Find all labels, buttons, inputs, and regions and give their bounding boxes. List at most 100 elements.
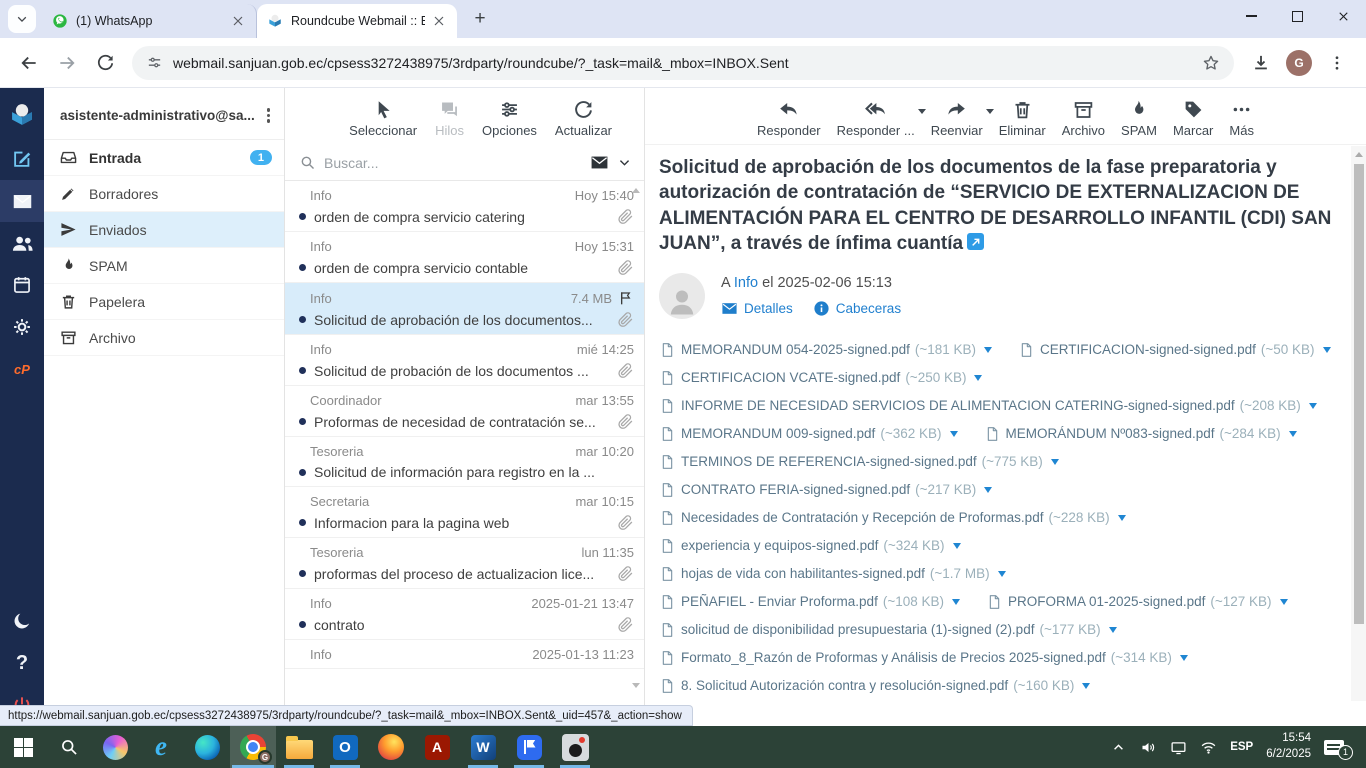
taskbar-acrobat[interactable]: A bbox=[414, 726, 460, 768]
message-scrollbar[interactable] bbox=[1351, 146, 1366, 701]
attachment-menu-caret-icon[interactable] bbox=[997, 570, 1006, 577]
scroll-up-icon[interactable] bbox=[1355, 152, 1363, 157]
headers-toggle[interactable]: Cabeceras bbox=[813, 300, 901, 317]
downloads-button[interactable] bbox=[1246, 48, 1276, 78]
details-toggle[interactable]: Detalles bbox=[721, 300, 793, 317]
mail-button-spam[interactable]: SPAM bbox=[1115, 97, 1163, 140]
compose-button[interactable] bbox=[0, 138, 44, 180]
folder-item-borradores[interactable]: Borradores bbox=[44, 176, 284, 212]
attachment-menu-caret-icon[interactable] bbox=[1050, 458, 1059, 465]
message-row[interactable]: Tesoreria mar 10:20 Solicitud de informaci… bbox=[285, 437, 644, 487]
taskbar-chrome[interactable]: G bbox=[230, 726, 276, 768]
taskbar-internet-explorer[interactable]: e bbox=[138, 726, 184, 768]
taskbar-edge[interactable] bbox=[184, 726, 230, 768]
tab-roundcube[interactable]: Roundcube Webmail :: Enviados bbox=[257, 4, 457, 38]
contacts-nav-icon[interactable] bbox=[0, 222, 44, 264]
help-icon[interactable]: ? bbox=[0, 642, 44, 684]
attachment-menu-caret-icon[interactable] bbox=[974, 374, 983, 381]
attachment-link[interactable]: Formato_8_Razón de Proformas y Análisis … bbox=[659, 650, 1188, 666]
volume-icon[interactable] bbox=[1140, 739, 1157, 756]
taskbar-firefox[interactable] bbox=[368, 726, 414, 768]
settings-nav-icon[interactable] bbox=[0, 306, 44, 348]
tray-expand-icon[interactable] bbox=[1110, 739, 1127, 756]
browser-menu-icon[interactable] bbox=[1322, 48, 1352, 78]
language-indicator[interactable]: ESP bbox=[1230, 741, 1253, 753]
taskbar-start-button[interactable] bbox=[0, 726, 46, 768]
attachment-menu-caret-icon[interactable] bbox=[1279, 598, 1288, 605]
list-button-opciones[interactable]: Opciones bbox=[476, 97, 543, 140]
mail-button-eliminar[interactable]: Eliminar bbox=[993, 97, 1052, 140]
folder-item-spam[interactable]: SPAM bbox=[44, 248, 284, 284]
folder-item-papelera[interactable]: Papelera bbox=[44, 284, 284, 320]
message-row[interactable]: Secretaria mar 10:15 Informacion para la p… bbox=[285, 487, 644, 538]
attachment-link[interactable]: INFORME DE NECESIDAD SERVICIOS DE ALIMEN… bbox=[659, 398, 1317, 414]
message-row[interactable]: Info 2025-01-13 11:23 bbox=[285, 640, 644, 669]
minimize-button[interactable] bbox=[1228, 0, 1274, 32]
folder-item-entrada[interactable]: Entrada 1 bbox=[44, 140, 284, 176]
attachment-link[interactable]: 8. Solicitud Autorización contra y resol… bbox=[659, 678, 1091, 694]
attachment-link[interactable]: solicitud de disponibilidad presupuestar… bbox=[659, 622, 1117, 638]
mail-button-responder[interactable]: Responder bbox=[751, 97, 827, 140]
folder-item-archivo[interactable]: Archivo bbox=[44, 320, 284, 356]
taskbar-outlook[interactable]: O bbox=[322, 726, 368, 768]
taskbar-clock[interactable]: 15:54 6/2/2025 bbox=[1266, 731, 1311, 762]
calendar-nav-icon[interactable] bbox=[0, 264, 44, 306]
search-scope-mail-icon[interactable] bbox=[590, 153, 609, 172]
mail-nav-icon[interactable] bbox=[0, 180, 44, 222]
attachment-link[interactable]: CONTRATO FERIA-signed-signed.pdf (~217 KB… bbox=[659, 482, 993, 498]
forward-button[interactable] bbox=[52, 48, 82, 78]
folder-item-enviados[interactable]: Enviados bbox=[44, 212, 284, 248]
search-options-chevron-icon[interactable] bbox=[617, 155, 632, 170]
mail-button-archivo[interactable]: Archivo bbox=[1056, 97, 1111, 140]
attachment-link[interactable]: PROFORMA 01-2025-signed.pdf (~127 KB) bbox=[986, 594, 1288, 610]
taskbar-file-explorer[interactable] bbox=[276, 726, 322, 768]
message-row[interactable]: Coordinador mar 13:55 Proformas de necesid… bbox=[285, 386, 644, 437]
mail-button-m-s[interactable]: Más bbox=[1223, 97, 1260, 140]
list-button-actualizar[interactable]: Actualizar bbox=[549, 97, 618, 140]
dark-mode-icon[interactable] bbox=[0, 600, 44, 642]
open-in-new-window-icon[interactable] bbox=[967, 233, 985, 251]
attachment-menu-caret-icon[interactable] bbox=[984, 346, 993, 353]
search-input[interactable] bbox=[324, 154, 582, 171]
attachment-menu-caret-icon[interactable] bbox=[1308, 402, 1317, 409]
message-row[interactable]: Tesoreria lun 11:35 proformas del proceso … bbox=[285, 538, 644, 589]
message-row[interactable]: Info 2025-01-21 13:47 contrato bbox=[285, 589, 644, 640]
tab-close-icon[interactable] bbox=[230, 13, 246, 29]
cpanel-icon[interactable]: cP bbox=[0, 348, 44, 390]
maximize-button[interactable] bbox=[1274, 0, 1320, 32]
taskbar-blue-flag-app[interactable] bbox=[506, 726, 552, 768]
message-row[interactable]: Info Hoy 15:40 orden de compra servicio ca… bbox=[285, 181, 644, 232]
account-menu-icon[interactable] bbox=[263, 108, 275, 123]
cast-icon[interactable] bbox=[1170, 739, 1187, 756]
attachment-link[interactable]: MEMORANDUM 054-2025-signed.pdf (~181 KB) bbox=[659, 342, 993, 358]
attachment-menu-caret-icon[interactable] bbox=[1288, 430, 1297, 437]
attachment-link[interactable]: CERTIFICACION VCATE-signed.pdf (~250 KB) bbox=[659, 370, 983, 386]
attachment-link[interactable]: MEMORANDUM 009-signed.pdf (~362 KB) bbox=[659, 426, 958, 442]
list-button-seleccionar[interactable]: Seleccionar bbox=[343, 97, 423, 140]
attachment-link[interactable]: TERMINOS DE REFERENCIA-signed-signed.pdf… bbox=[659, 454, 1059, 470]
profile-avatar[interactable]: G bbox=[1286, 49, 1312, 76]
message-row[interactable]: Info Hoy 15:31 orden de compra servicio co… bbox=[285, 232, 644, 283]
new-tab-button[interactable]: + bbox=[467, 6, 493, 32]
close-window-button[interactable] bbox=[1320, 0, 1366, 32]
recipient-link[interactable]: Info bbox=[734, 275, 758, 291]
mail-button-marcar[interactable]: Marcar bbox=[1167, 97, 1219, 140]
attachment-link[interactable]: PEÑAFIEL - Enviar Proforma.pdf (~108 KB) bbox=[659, 594, 960, 610]
account-header[interactable]: asistente-administrativo@sa... bbox=[44, 88, 284, 140]
bookmark-star-icon[interactable] bbox=[1202, 54, 1220, 72]
back-button[interactable] bbox=[14, 48, 44, 78]
taskbar-java-app[interactable] bbox=[552, 726, 598, 768]
tab-close-icon[interactable] bbox=[431, 13, 447, 29]
attachment-menu-caret-icon[interactable] bbox=[949, 430, 958, 437]
url-bar[interactable]: webmail.sanjuan.gob.ec/cpsess3272438975/… bbox=[132, 45, 1234, 80]
tab-search-button[interactable] bbox=[8, 5, 36, 33]
list-scroll-down-icon[interactable] bbox=[632, 683, 640, 688]
taskbar-copilot[interactable] bbox=[92, 726, 138, 768]
attachment-link[interactable]: CERTIFICACION-signed-signed.pdf (~50 KB) bbox=[1018, 342, 1331, 358]
attachment-link[interactable]: hojas de vida con habilitantes-signed.pd… bbox=[659, 566, 1006, 582]
attachment-menu-caret-icon[interactable] bbox=[984, 486, 993, 493]
scrollbar-thumb[interactable] bbox=[1353, 164, 1364, 624]
message-row[interactable]: Info mié 14:25 Solicitud de probación de l… bbox=[285, 335, 644, 386]
attachment-menu-caret-icon[interactable] bbox=[1082, 682, 1091, 689]
attachment-link[interactable]: Necesidades de Contratación y Recepción … bbox=[659, 510, 1126, 526]
